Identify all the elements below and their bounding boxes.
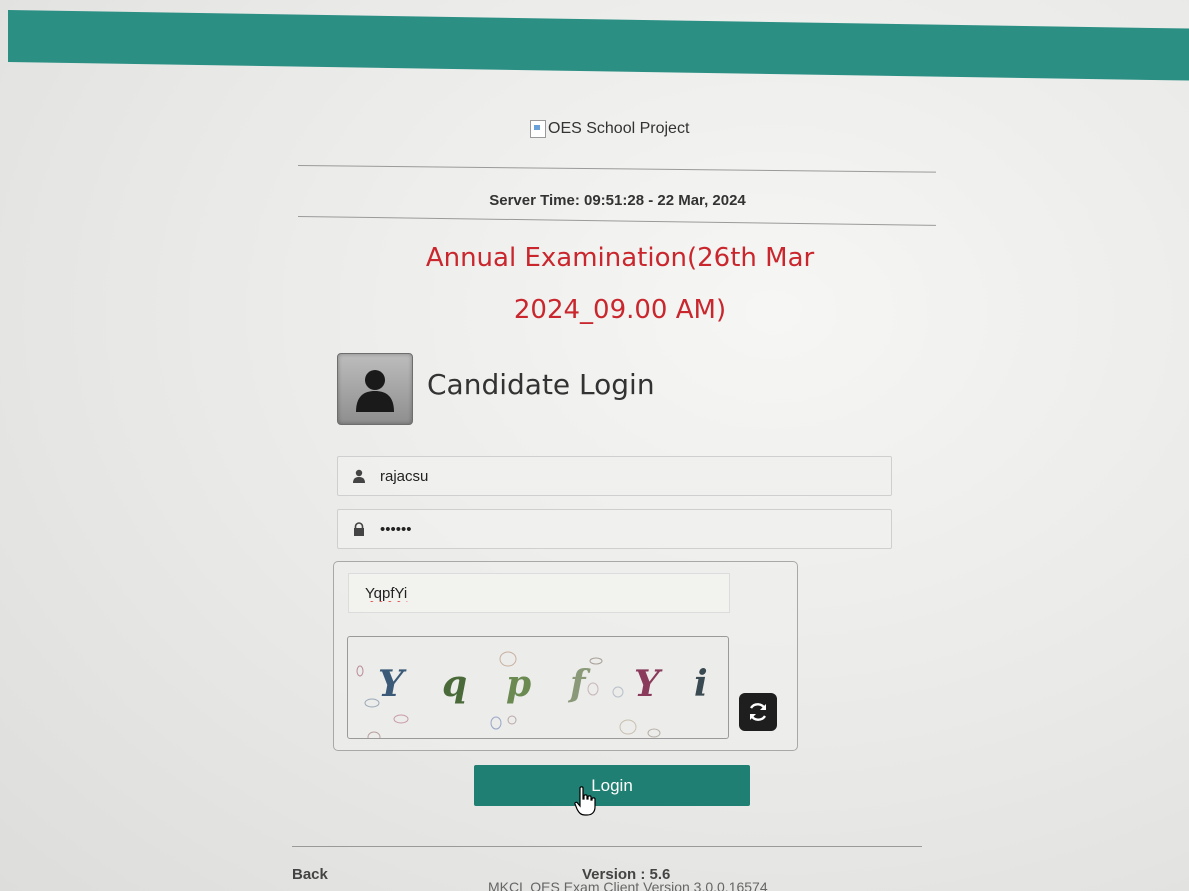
server-time: Server Time: 09:51:28 - 22 Mar, 2024 [489, 192, 746, 209]
refresh-icon [749, 703, 767, 721]
captcha-char: f [570, 663, 586, 705]
username-input[interactable] [378, 466, 862, 486]
captcha-image: Y q p f Y i [347, 636, 729, 739]
exam-title-line1: Annual Examination(26th Mar [425, 243, 815, 273]
lock-icon [354, 522, 364, 536]
captcha-field[interactable] [348, 573, 730, 613]
exam-title: Annual Examination(26th Mar 2024_09.00 A… [380, 232, 860, 336]
password-field[interactable] [337, 509, 892, 549]
username-field[interactable] [337, 456, 892, 496]
candidate-avatar [337, 353, 413, 425]
login-button[interactable]: Login [474, 765, 750, 806]
back-link[interactable]: Back [292, 866, 328, 883]
divider [297, 216, 936, 226]
password-input[interactable] [378, 519, 862, 539]
captcha-char: i [694, 663, 708, 705]
refresh-captcha-button[interactable] [739, 693, 777, 731]
hand-cursor-icon [574, 786, 596, 816]
user-silhouette-icon [356, 370, 394, 412]
broken-image-icon [530, 120, 546, 138]
client-version: MKCL OES Exam Client Version 3.0.0.16574 [488, 879, 768, 891]
candidate-login-heading: Candidate Login [427, 368, 655, 401]
exam-title-line2: 2024_09.00 AM) [513, 295, 727, 325]
captcha-char: Y [634, 663, 660, 705]
login-page: OES School Project Server Time: 09:51:28… [0, 0, 1189, 891]
screen: OES School Project Server Time: 09:51:28… [0, 0, 1189, 891]
logo-alt-text: OES School Project [548, 120, 690, 137]
captcha-char: Y [378, 663, 404, 705]
captcha-char: q [442, 663, 468, 705]
divider [292, 846, 922, 847]
captcha-noise [356, 651, 661, 738]
captcha-char: p [506, 663, 532, 705]
divider [297, 165, 936, 173]
logo: OES School Project [530, 120, 689, 138]
captcha-input[interactable] [363, 583, 717, 603]
user-icon [353, 469, 365, 483]
